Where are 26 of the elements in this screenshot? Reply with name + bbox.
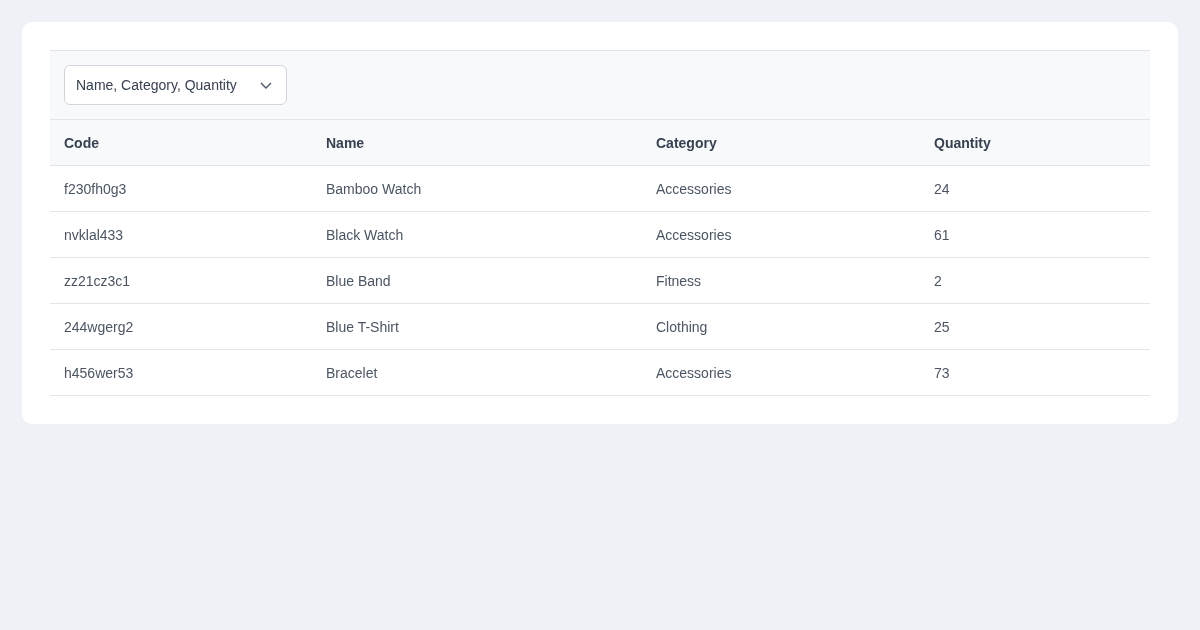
table-cell: Fitness (642, 258, 920, 304)
table-cell: h456wer53 (50, 350, 312, 396)
table-cell: Accessories (642, 212, 920, 258)
column-header: Quantity (920, 120, 1150, 166)
table-cell: f230fh0g3 (50, 166, 312, 212)
table-cell: Bracelet (312, 350, 642, 396)
column-header: Category (642, 120, 920, 166)
chevron-down-icon (260, 81, 272, 89)
table-cell: Bamboo Watch (312, 166, 642, 212)
column-header: Code (50, 120, 312, 166)
table-cell: Blue T-Shirt (312, 304, 642, 350)
table-cell: nvklal433 (50, 212, 312, 258)
table-cell: Blue Band (312, 258, 642, 304)
table-cell: 24 (920, 166, 1150, 212)
table-cell: Clothing (642, 304, 920, 350)
table-cell: 244wgerg2 (50, 304, 312, 350)
column-select[interactable]: Name, Category, Quantity (64, 65, 287, 105)
table-cell: Accessories (642, 166, 920, 212)
table-cell: Black Watch (312, 212, 642, 258)
table-cell: Accessories (642, 350, 920, 396)
column-header: Name (312, 120, 642, 166)
table-cell: 2 (920, 258, 1150, 304)
table-cell: 73 (920, 350, 1150, 396)
table-cell: 61 (920, 212, 1150, 258)
table-cell: 25 (920, 304, 1150, 350)
table-cell: zz21cz3c1 (50, 258, 312, 304)
